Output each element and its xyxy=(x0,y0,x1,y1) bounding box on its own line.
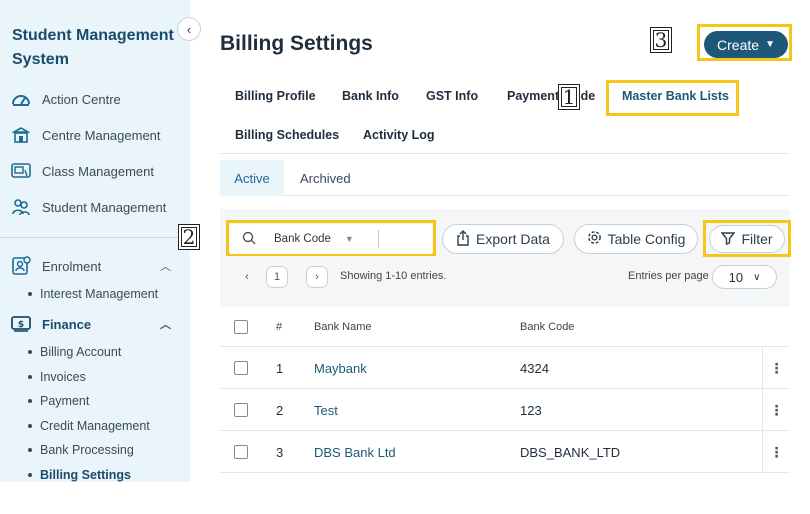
select-all-checkbox[interactable] xyxy=(234,320,248,334)
caret-down-icon[interactable]: ▼ xyxy=(345,234,354,244)
share-icon xyxy=(456,229,470,249)
tabs-divider xyxy=(220,153,790,154)
row-num: 2 xyxy=(276,402,284,418)
header-bank-name: Bank Name xyxy=(314,321,372,333)
table-config-button[interactable]: Table Config xyxy=(574,224,698,254)
gear-icon xyxy=(587,230,602,248)
row-checkbox[interactable] xyxy=(234,403,248,417)
nav-label: Class Management xyxy=(42,163,154,179)
pager-info: Showing 1-10 entries. xyxy=(340,270,447,282)
chevron-up-icon[interactable]: ︿ xyxy=(160,258,171,274)
nav-finance[interactable]: $ Finance ︿ xyxy=(10,312,171,336)
row-num: 3 xyxy=(276,444,284,460)
nav-label: Action Centre xyxy=(42,91,121,107)
export-label: Export Data xyxy=(476,231,550,247)
dollar-card-icon: $ xyxy=(10,313,32,335)
table-header: # Bank Name Bank Code xyxy=(220,307,790,347)
table-row[interactable]: 1 Maybank 4324 xyxy=(220,347,790,389)
search-divider xyxy=(378,230,379,248)
nav-centre-management[interactable]: Centre Management xyxy=(10,123,161,147)
whiteboard-icon xyxy=(10,160,32,182)
bank-code: 123 xyxy=(520,402,542,418)
chevron-up-icon[interactable]: ︿ xyxy=(160,316,171,332)
tab-billing-schedules[interactable]: Billing Schedules xyxy=(235,128,339,142)
sidebar: Student Management System Action Centre … xyxy=(0,0,190,482)
annotation-marker-1: 1 xyxy=(558,84,580,110)
sub-item-bank-processing[interactable]: Bank Processing xyxy=(28,441,134,459)
filter-label: Filter xyxy=(741,231,773,247)
chevron-left-icon[interactable]: ‹ xyxy=(177,17,201,41)
search-input[interactable]: Bank Code ▼ xyxy=(230,224,432,254)
students-icon xyxy=(10,196,32,218)
tab-billing-profile[interactable]: Billing Profile xyxy=(235,89,316,103)
segment-active[interactable]: Active xyxy=(220,160,284,196)
sub-item-billing-settings[interactable]: Billing Settings xyxy=(28,466,131,482)
bank-code: DBS_BANK_LTD xyxy=(520,444,621,460)
row-num: 1 xyxy=(276,360,284,376)
sub-item-interest-management[interactable]: Interest Management xyxy=(28,285,158,303)
entries-per-page-select[interactable]: 10 ∨ xyxy=(712,265,777,289)
search-icon xyxy=(242,231,266,248)
page-number[interactable]: 1 xyxy=(266,266,288,288)
page-title: Billing Settings xyxy=(220,32,373,55)
tab-payment-mode[interactable]: Payment Mode xyxy=(507,89,595,103)
tab-bank-info[interactable]: Bank Info xyxy=(342,89,399,103)
more-vertical-icon[interactable]: ⋮ xyxy=(762,389,790,431)
table-row[interactable]: 3 DBS Bank Ltd DBS_BANK_LTD xyxy=(220,431,790,473)
sub-item-credit-management[interactable]: Credit Management xyxy=(28,417,150,435)
prev-page-button[interactable]: ‹ xyxy=(236,266,258,288)
filter-button[interactable]: Filter xyxy=(709,225,785,253)
sub-item-invoices[interactable]: Invoices xyxy=(28,368,86,386)
annotation-marker-2: 2 xyxy=(178,224,200,250)
header-num: # xyxy=(276,321,283,333)
tab-master-bank-lists[interactable]: Master Bank Lists xyxy=(622,89,729,103)
bank-name-link[interactable]: Test xyxy=(314,389,338,431)
search-field-select[interactable]: Bank Code xyxy=(274,233,331,245)
entries-per-page-label: Entries per page xyxy=(628,270,709,282)
svg-text:$: $ xyxy=(18,320,24,330)
nav-class-management[interactable]: Class Management xyxy=(10,159,154,183)
sidebar-divider xyxy=(0,237,190,238)
table-config-label: Table Config xyxy=(607,231,686,247)
more-vertical-icon[interactable]: ⋮ xyxy=(762,431,790,473)
gauge-icon xyxy=(10,88,32,110)
tab-gst-info[interactable]: GST Info xyxy=(426,89,478,103)
app-title: Student Management System xyxy=(12,27,174,68)
nav-label: Finance xyxy=(42,316,92,332)
nav-label: Centre Management xyxy=(42,127,161,143)
row-checkbox[interactable] xyxy=(234,361,248,375)
table-row[interactable]: 2 Test 123 xyxy=(220,389,790,431)
building-icon xyxy=(10,124,32,146)
nav-label: Enrolment xyxy=(42,258,102,274)
header-bank-code: Bank Code xyxy=(520,321,575,333)
bank-name-link[interactable]: Maybank xyxy=(314,347,367,389)
entries-per-page-value: 10 xyxy=(728,269,744,285)
enrolment-icon xyxy=(10,255,32,277)
chevron-down-icon: ∨ xyxy=(753,271,761,283)
bank-name-link[interactable]: DBS Bank Ltd xyxy=(314,431,396,473)
next-page-button[interactable]: › xyxy=(306,266,328,288)
create-button[interactable]: Create ▼ xyxy=(704,31,788,58)
tab-activity-log[interactable]: Activity Log xyxy=(363,128,435,142)
create-label: Create xyxy=(717,36,760,53)
export-data-button[interactable]: Export Data xyxy=(442,224,564,254)
nav-label: Student Management xyxy=(42,199,167,215)
nav-enrolment[interactable]: Enrolment ︿ xyxy=(10,254,171,278)
nav-student-management[interactable]: Student Management xyxy=(10,195,166,219)
caret-down-icon: ▼ xyxy=(765,39,775,50)
more-vertical-icon[interactable]: ⋮ xyxy=(762,347,790,389)
sub-item-billing-account[interactable]: Billing Account xyxy=(28,343,121,361)
sub-item-payment[interactable]: Payment xyxy=(28,392,89,410)
bank-code: 4324 xyxy=(520,360,549,376)
nav-action-centre[interactable]: Action Centre xyxy=(10,87,121,111)
filter-icon xyxy=(720,231,736,248)
segment-archived[interactable]: Archived xyxy=(300,160,351,196)
row-checkbox[interactable] xyxy=(234,445,248,459)
annotation-marker-3: 3 xyxy=(650,27,672,53)
